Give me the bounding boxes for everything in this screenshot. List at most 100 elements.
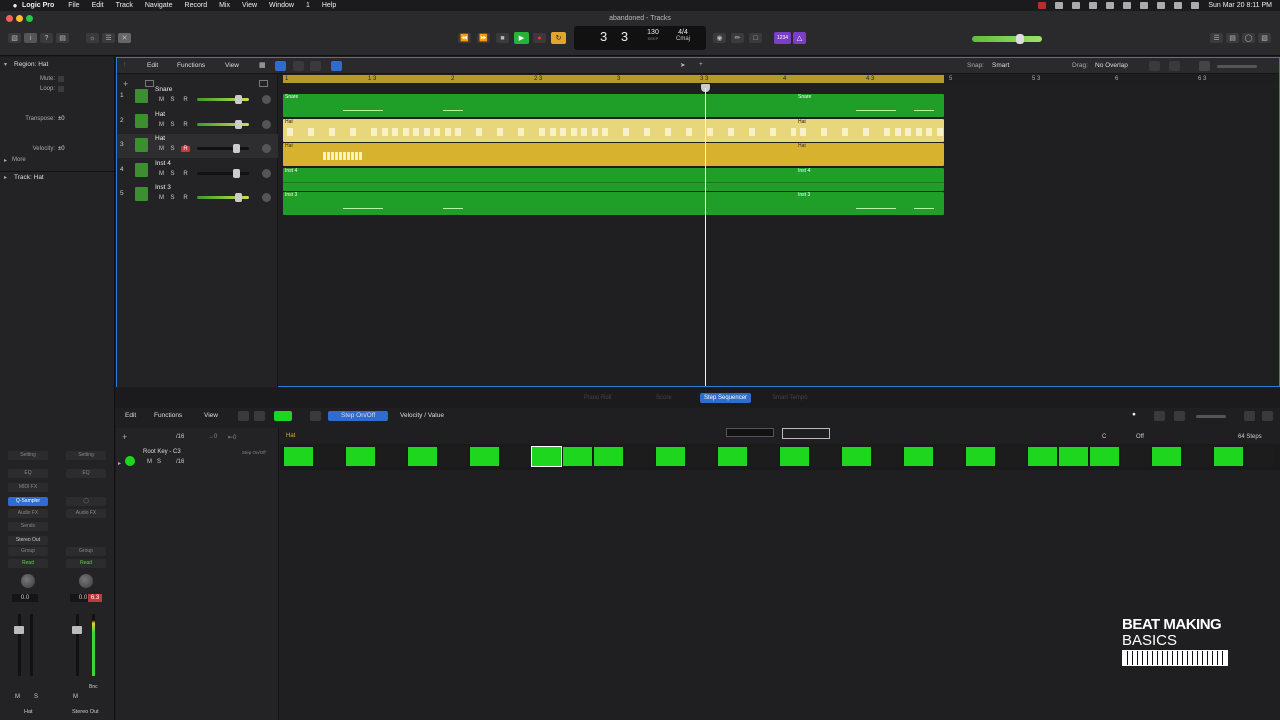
info-icon[interactable]	[254, 411, 265, 421]
vertical-zoom-icon[interactable]	[1199, 61, 1210, 71]
waveform-zoom-icon[interactable]	[1149, 61, 1160, 71]
menu-record[interactable]: Record	[185, 2, 208, 9]
step-cell[interactable]	[563, 447, 592, 466]
instrument-icon[interactable]	[135, 162, 148, 177]
pattern-rate[interactable]: /16	[176, 434, 184, 440]
offset-icon[interactable]: ⇤0	[228, 434, 236, 441]
track-name[interactable]: Hat	[155, 135, 165, 142]
volume-slider-cap[interactable]	[235, 95, 242, 104]
tuner-icon[interactable]: ◉	[713, 33, 726, 43]
region[interactable]: Snare	[283, 94, 798, 117]
record-icon[interactable]: ●	[533, 33, 546, 43]
mute-button[interactable]: M	[15, 694, 20, 700]
peak-readout[interactable]: 6.3	[88, 594, 102, 602]
record-status-icon[interactable]	[1038, 2, 1047, 9]
region[interactable]: Hat	[283, 118, 798, 142]
solo-button[interactable]: S	[168, 122, 177, 128]
window-icon[interactable]	[1262, 411, 1273, 421]
strip-name[interactable]: Hat	[24, 709, 33, 715]
mute-button[interactable]: M	[157, 195, 166, 201]
menu-edit[interactable]: Edit	[92, 2, 104, 9]
edit-menu[interactable]: Edit	[125, 411, 136, 421]
volume-readout[interactable]: 0.0	[12, 594, 38, 602]
step-cell[interactable]	[408, 447, 437, 466]
velocity-mode[interactable]: Velocity / Value	[400, 411, 466, 421]
step-cell[interactable]	[1028, 447, 1057, 466]
record-enable-button[interactable]: R	[181, 97, 190, 103]
volume-fader-cap[interactable]	[72, 626, 82, 634]
solo-button[interactable]: S	[168, 146, 177, 152]
step-cell[interactable]	[346, 447, 375, 466]
pan-knob[interactable]	[21, 574, 35, 588]
track-name[interactable]: Inst 4	[155, 160, 171, 167]
rewind-icon[interactable]: ⏪	[458, 33, 471, 43]
step-cell[interactable]	[315, 447, 344, 466]
view-menu[interactable]: View	[225, 61, 239, 71]
menu-view[interactable]: View	[242, 2, 257, 9]
split-icon[interactable]	[1244, 411, 1255, 421]
view-menu[interactable]: View	[204, 411, 218, 421]
editors-icon[interactable]: ✕	[118, 33, 131, 43]
menu-help[interactable]: Help	[322, 2, 336, 9]
step-cell[interactable]	[531, 446, 562, 467]
step-on-off-mode[interactable]: Step On/Off	[328, 411, 389, 421]
nudge-icon[interactable]: →0	[208, 434, 217, 440]
transpose-value[interactable]: ±0	[58, 116, 65, 122]
add-row-icon[interactable]: +	[122, 432, 127, 442]
playhead-position[interactable]: 3 3	[600, 29, 633, 44]
step-cell[interactable]	[1214, 447, 1243, 466]
group-slot[interactable]: Group	[8, 547, 48, 556]
menu-mix[interactable]: Mix	[219, 2, 230, 9]
volume-slider-cap[interactable]	[233, 144, 240, 153]
instrument-slot[interactable]: Q-Sampler	[8, 497, 48, 506]
row-on-toggle[interactable]	[125, 456, 135, 466]
tempo-value[interactable]: 130	[647, 29, 659, 36]
step-cell[interactable]	[842, 447, 871, 466]
volume-slider-cap[interactable]	[235, 119, 242, 129]
menu-1[interactable]: 1	[306, 2, 310, 9]
volume-slider-cap[interactable]	[233, 168, 240, 178]
functions-menu[interactable]: Functions	[154, 411, 182, 421]
velocity-value[interactable]: ±0	[58, 146, 65, 152]
step-cell[interactable]	[780, 447, 809, 466]
wifi-icon[interactable]	[1157, 2, 1166, 9]
pattern-overview-window[interactable]	[782, 428, 830, 439]
region[interactable]: Inst 4	[283, 167, 798, 191]
step-cell[interactable]	[873, 447, 902, 466]
step-cell[interactable]	[284, 447, 313, 466]
count-in-icon[interactable]: □	[749, 33, 762, 43]
track-header[interactable]: 4 Inst 4 MSR	[117, 159, 278, 183]
tempo-display[interactable]: 130 KEEP	[644, 29, 662, 41]
count-in-button[interactable]: 1234	[774, 32, 791, 44]
toolbar-icon[interactable]: ▤	[56, 33, 69, 43]
audio-fx-slot[interactable]: Audio FX	[8, 509, 48, 518]
row-solo-button[interactable]: S	[157, 459, 161, 465]
region[interactable]: Snare	[796, 94, 944, 117]
smart-controls-icon[interactable]: ☼	[86, 33, 99, 43]
stop-icon[interactable]: ■	[496, 33, 509, 43]
search-icon[interactable]	[1174, 2, 1183, 9]
step-cell[interactable]	[439, 447, 468, 466]
transport-icon[interactable]	[1154, 411, 1165, 421]
tab-piano-roll[interactable]: Piano Roll	[580, 393, 615, 403]
list-editors-icon[interactable]: ☰	[1210, 33, 1223, 43]
notepad-icon[interactable]: ▤	[1226, 33, 1239, 43]
region[interactable]: Hat	[283, 143, 798, 166]
step-cell[interactable]	[1121, 447, 1150, 466]
quick-help-icon[interactable]: ?	[40, 33, 53, 43]
time-signature[interactable]: 4/4	[678, 29, 688, 36]
list-view-icon[interactable]	[275, 61, 286, 71]
drag-select[interactable]: No Overlap	[1095, 61, 1145, 71]
mute-button[interactable]: M	[157, 171, 166, 177]
volume-fader[interactable]	[18, 614, 21, 676]
record-enable-button[interactable]: R	[181, 195, 190, 201]
edit-menu[interactable]: Edit	[147, 61, 158, 71]
forward-icon[interactable]: ⏩	[477, 33, 490, 43]
pan-knob[interactable]	[262, 95, 271, 104]
pointer-icon[interactable]: ➤	[680, 61, 691, 71]
tab-score[interactable]: Score	[652, 393, 676, 403]
resize-icon[interactable]	[1174, 411, 1185, 421]
play-from-icon[interactable]: ●	[1132, 411, 1143, 421]
eq-slot[interactable]: EQ	[66, 469, 106, 478]
tab-smart-tempo[interactable]: Smart Tempo	[768, 393, 812, 403]
